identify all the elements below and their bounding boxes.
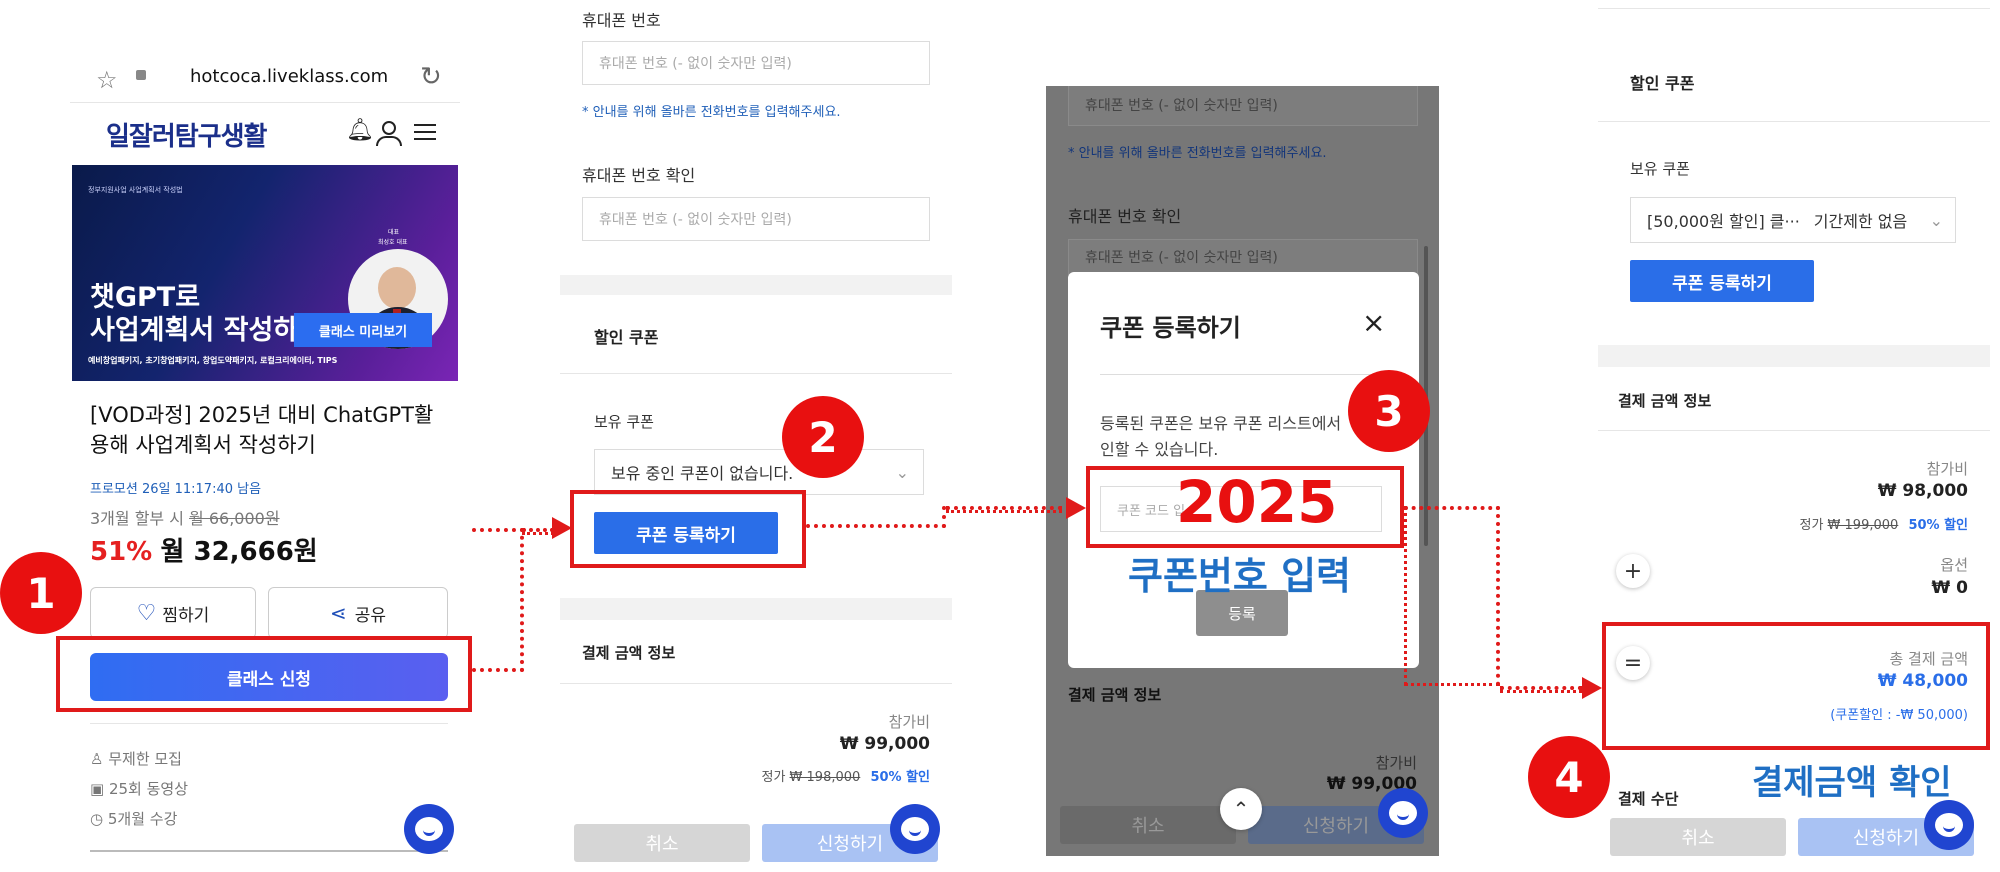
step-2-badge: 2 [782,396,864,478]
course-title: [VOD과정] 2025년 대비 ChatGPT활용해 사업계획서 작성하기 [90,403,434,457]
total-caption: 결제금액 확인 [1752,763,1952,803]
cancel-button[interactable]: 취소 [574,824,750,862]
banner-small-title: 정부지원사업 사업계획서 작성법 [88,186,183,194]
coupon-caption: 쿠폰번호 입력 [1128,554,1351,598]
chevron-down-icon: ⌄ [1929,210,1943,230]
discount-line: 정가 ₩ 199,000 50% 할인 [1799,518,1968,533]
panel-class-page: ☆ hotcoca.liveklass.com ↻ 일잘러탐구생활 🔔︎ 정부지… [70,0,460,872]
phone-input[interactable]: 휴대폰 번호 (- 없이 숫자만 입력) [1068,86,1418,126]
register-coupon-button[interactable]: 쿠폰 등록하기 [1630,260,1814,302]
ceo-name: 최성호 대표 [378,239,408,246]
menu-icon[interactable] [414,124,436,140]
reload-icon[interactable]: ↻ [420,62,442,92]
chat-icon[interactable] [890,804,940,854]
phone-confirm-label: 휴대폰 번호 확인 [1068,207,1182,226]
owned-coupon-select[interactable]: [50,000원 할인] 클··· 기간제한 없음 ⌄ [1630,197,1956,243]
fee-value: ₩ 99,000 [839,734,930,754]
star-icon[interactable]: ☆ [96,66,118,94]
connector-1-2 [472,528,524,672]
share-button[interactable]: ⋖ 공유 [268,587,448,639]
banner-headline-2: 사업계획서 작성하 [90,315,299,346]
connector-2-3 [806,506,946,528]
user-icon[interactable] [382,121,396,135]
meta-recruit: ♙ 무제한 모집 [90,750,182,768]
owned-coupon-label: 보유 쿠폰 [594,413,654,431]
payment-section-title: 결제 금액 정보 [1068,686,1162,704]
connector-2-3-b [946,506,1062,513]
phone-hint: * 안내를 위해 올바른 전화번호를 입력해주세요. [1068,146,1327,161]
person-icon: ♙ [90,750,109,768]
class-preview-button[interactable]: 클래스 미리보기 [294,313,432,347]
plus-icon: + [1616,554,1650,588]
chevron-down-icon: ⌄ [895,462,909,482]
cancel-button[interactable]: 취소 [1060,806,1236,844]
modal-desc-1: 등록된 쿠폰은 보유 쿠폰 리스트에서 [1100,414,1342,433]
owned-coupon-select[interactable]: 보유 중인 쿠폰이 없습니다. ⌄ [594,449,924,495]
course-banner[interactable]: 정부지원사업 사업계획서 작성법 챗GPT로 사업계획서 작성하 대표 최성호 … [72,165,458,381]
phone-label: 휴대폰 번호 [582,11,661,30]
payment-section-title: 결제 금액 정보 [1618,392,1712,410]
coupon-section-title: 할인 쿠폰 [1630,74,1695,93]
phone-input[interactable]: 휴대폰 번호 (- 없이 숫자만 입력) [582,41,930,85]
meta-videos: ▣ 25회 동영상 [90,780,189,798]
connector-1-2-top [522,528,554,535]
chat-icon[interactable] [1924,800,1974,850]
option-value: ₩ 0 [1931,578,1969,598]
discount-line: 정가 ₩ 198,000 50% 할인 [761,770,930,785]
bell-icon[interactable]: 🔔︎ [346,118,374,143]
step-4-badge: 4 [1528,736,1610,818]
fee-label: 참가비 [1375,754,1417,772]
arrow-2-3 [1066,497,1086,519]
connector-3-4 [1404,506,1500,686]
modal-desc-2: 인할 수 있습니다. [1100,440,1219,459]
coupon-section-title: 할인 쿠폰 [594,328,659,347]
phone-hint: * 안내를 위해 올바른 전화번호를 입력해주세요. [582,105,841,120]
fee-label: 참가비 [1926,460,1968,478]
close-icon[interactable]: × [1362,306,1385,339]
chat-icon[interactable] [404,804,454,854]
heart-icon: ♡ [136,600,157,626]
owned-coupon-label: 보유 쿠폰 [1630,160,1690,178]
installment-text: 3개월 할부 시 월 66,000원 [90,509,280,528]
step-3-badge: 3 [1348,370,1430,452]
highlight-total [1602,622,1990,750]
coupon-code-annotation: 2025 [1176,468,1338,536]
meta-period: ◷ 5개월 수강 [90,810,178,828]
phone-confirm-label: 휴대폰 번호 확인 [582,166,696,185]
payment-section-title: 결제 금액 정보 [582,644,676,662]
promo-timer: 프로모션 26일 11:17:40 남음 [90,482,262,497]
price-line: 51% 월 32,666원 [90,531,318,568]
current-price: 월 32,666원 [160,537,318,567]
modal-title: 쿠폰 등록하기 [1100,314,1241,342]
share-icon: ⋖ [329,601,347,625]
panel-order-form: 휴대폰 번호 휴대폰 번호 (- 없이 숫자만 입력) * 안내를 위해 올바른… [560,0,952,872]
phone-confirm-input[interactable]: 휴대폰 번호 (- 없이 숫자만 입력) [1068,239,1418,275]
wish-button[interactable]: ♡ 찜하기 [90,587,256,639]
ceo-role: 대표 [388,229,400,236]
user-icon-body [376,136,402,146]
phone-confirm-input[interactable]: 휴대폰 번호 (- 없이 숫자만 입력) [582,197,930,241]
fee-label: 참가비 [888,713,930,731]
step-1-badge: 1 [0,552,82,634]
lock-icon [136,70,146,80]
scroll-top-icon[interactable]: ⌃ [1220,788,1262,830]
highlight-register-coupon [570,490,806,568]
video-icon: ▣ [90,780,109,798]
banner-footer: 예비창업패키지, 초기창업패키지, 창업도약패키지, 로컬크리에이터, TIPS [88,356,338,365]
pay-method-label: 결제 수단 [1618,790,1679,808]
arrow-1-2 [552,517,572,539]
chat-icon[interactable] [1378,788,1428,838]
discount-percent: 51% [90,537,153,567]
connector-3-4-b [1500,686,1582,693]
fee-value: ₩ 98,000 [1877,481,1968,501]
site-logo[interactable]: 일잘러탐구생활 [106,116,267,153]
highlight-apply [56,636,472,712]
arrow-3-4 [1582,677,1602,699]
cancel-button[interactable]: 취소 [1610,818,1786,856]
url-bar[interactable]: hotcoca.liveklass.com [190,66,388,87]
option-label: 옵션 [1940,556,1968,574]
clock-icon: ◷ [90,810,108,828]
